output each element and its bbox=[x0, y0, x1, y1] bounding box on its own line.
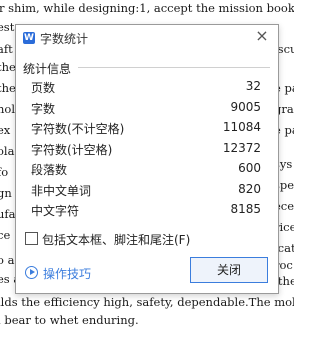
stat-row-pages: 页数 32 bbox=[16, 79, 278, 100]
document-text-fragment: o a bbox=[0, 253, 15, 267]
stat-label: 字符数(不计空格) bbox=[31, 122, 125, 136]
section-title: 统计信息 bbox=[23, 62, 72, 76]
play-circle-icon[interactable] bbox=[25, 266, 38, 279]
stat-row-paragraphs: 段落数 600 bbox=[16, 161, 278, 182]
dialog-titlebar[interactable]: W 字数统计 × bbox=[16, 25, 278, 51]
stat-label: 段落数 bbox=[31, 163, 68, 177]
stat-label: 字符数(计空格) bbox=[31, 142, 113, 157]
stat-value: 8185 bbox=[230, 202, 261, 216]
stat-value: 600 bbox=[238, 161, 261, 175]
close-button[interactable]: 关闭 bbox=[190, 257, 268, 283]
include-textboxes-label[interactable]: 包括文本框、脚注和尾注(F) bbox=[42, 231, 190, 248]
stat-label: 字数 bbox=[31, 101, 56, 116]
stat-row-chinese-chars: 中文字符 8185 bbox=[16, 202, 278, 223]
stat-row-words: 字数 9005 bbox=[16, 100, 278, 121]
tips-label[interactable]: 操作技巧 bbox=[43, 265, 91, 282]
close-icon[interactable]: × bbox=[254, 28, 270, 44]
document-text-fragment: the bbox=[0, 81, 16, 95]
stat-value: 32 bbox=[245, 79, 261, 93]
document-text-fragment: fo bbox=[0, 165, 9, 179]
stat-row-chars-with-spaces: 字符数(计空格) 12372 bbox=[16, 141, 278, 162]
document-text-fragment: gn bbox=[0, 186, 12, 200]
stat-row-non-chinese-words: 非中文单词 820 bbox=[16, 182, 278, 203]
document-text-fragment: ufa bbox=[0, 207, 16, 221]
stat-row-chars-no-spaces: 字符数(不计空格) 11084 bbox=[16, 120, 278, 141]
document-text-line: l bear to whet enduring. bbox=[0, 313, 139, 327]
stat-value: 11084 bbox=[222, 120, 261, 134]
stat-label: 页数 bbox=[31, 81, 56, 95]
stat-value: 9005 bbox=[230, 99, 261, 114]
document-text-line: ilds the efficiency high, safety, depend… bbox=[0, 295, 294, 309]
document-text-fragment: ex bbox=[0, 123, 11, 137]
include-textboxes-checkbox[interactable] bbox=[25, 232, 38, 245]
stat-value: 12372 bbox=[222, 140, 261, 155]
document-text-fragment: aft bbox=[0, 42, 13, 56]
stat-label: 中文字符 bbox=[31, 204, 80, 218]
dialog-title: 字数统计 bbox=[40, 32, 89, 46]
document-text-fragment: ce bbox=[0, 228, 11, 242]
word-count-dialog: W 字数统计 × 统计信息 页数 32 字数 9005 字符数(不计空格) 11… bbox=[15, 24, 279, 294]
stat-label: 非中文单词 bbox=[31, 183, 92, 198]
stats-list: 页数 32 字数 9005 字符数(不计空格) 11084 字符数(计空格) 1… bbox=[16, 79, 278, 223]
document-text-line: r shim, while designing:1, accept the mi… bbox=[0, 1, 294, 15]
section-divider bbox=[78, 67, 270, 68]
stat-value: 820 bbox=[238, 181, 261, 196]
wps-app-icon: W bbox=[23, 32, 35, 44]
document-text-fragment: the bbox=[0, 60, 16, 74]
